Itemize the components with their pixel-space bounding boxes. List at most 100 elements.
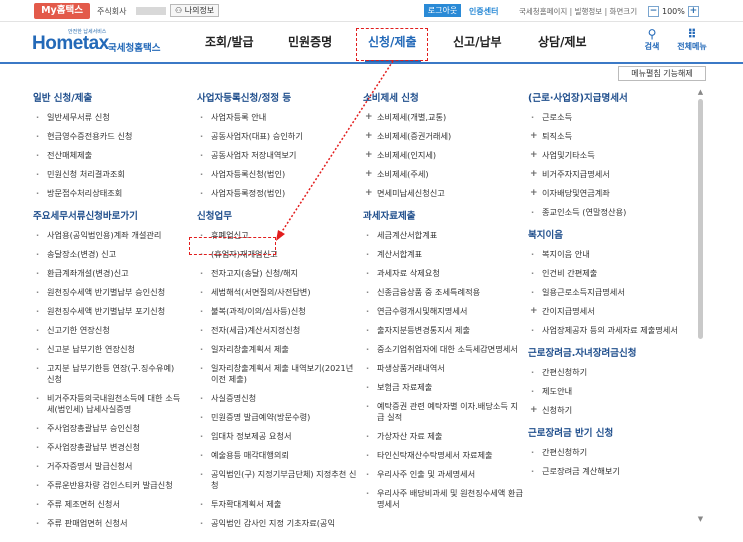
menu-item[interactable]: 주사업장총괄납부 변경신청 bbox=[33, 442, 183, 453]
nav-tax-payment[interactable]: 신고/납부 bbox=[453, 22, 502, 62]
menu-item[interactable]: 소비제세(인지세) bbox=[363, 150, 523, 161]
scrollbar-thumb[interactable] bbox=[698, 99, 703, 339]
zoom-out-button[interactable]: − bbox=[648, 5, 659, 17]
hometax-logo[interactable]: 안전한 납세서비스 Hometax 국세청홈택스 bbox=[32, 28, 162, 56]
menu-item[interactable]: 보험금 자료제출 bbox=[363, 382, 523, 393]
menu-item[interactable]: 신고분 납부기한 연장신청 bbox=[33, 344, 183, 355]
menu-item[interactable]: 우리사주 배당비과세 및 원천징수세액 환급명세서 bbox=[363, 488, 523, 510]
menu-item[interactable]: 현금영수증전용카드 신청 bbox=[33, 131, 183, 142]
menu-item[interactable]: 투자확대계획서 제출 bbox=[197, 499, 357, 510]
menu-item[interactable]: 임대차 정보제공 요청서 bbox=[197, 431, 357, 442]
zoom-in-button[interactable]: + bbox=[687, 5, 699, 17]
menu-item[interactable]: 세법해석(서면질의/사전답변) bbox=[197, 287, 357, 298]
zoom-level: 100% bbox=[662, 6, 685, 16]
menu-item[interactable]: 사업자등록정정(법인) bbox=[197, 188, 357, 199]
menu-item[interactable]: 비거주자지급명세서 bbox=[528, 169, 693, 180]
menu-item[interactable]: 예탁증권 관련 예탁자별 이자.배당소득 지급 실적 bbox=[363, 401, 523, 423]
menu-item[interactable]: 사업자등록신청(법인) bbox=[197, 169, 357, 180]
menu-item[interactable]: 중소기업취업자에 대한 소득세감면명세서 bbox=[363, 344, 523, 355]
menu-item[interactable]: 복지이음 안내 bbox=[528, 249, 693, 260]
menu-item[interactable]: 사업자등록 안내 bbox=[197, 112, 357, 123]
menu-item[interactable]: 출자지분등변경통지서 제출 bbox=[363, 325, 523, 336]
section-title-application-tasks: 신청업무 bbox=[197, 211, 232, 222]
highlight-nav-application bbox=[356, 28, 428, 61]
menu-item[interactable]: 전자(세금)계산서지정신청 bbox=[197, 325, 357, 336]
menu-item[interactable]: 주류 제조면허 신청서 bbox=[33, 499, 183, 510]
top-utility-bar: My홈택스 주식회사 ⚇ 나의정보 로그아웃 인증센터 국세청홈페이지 | 빌행… bbox=[0, 0, 743, 22]
menu-item[interactable]: 일자리창출계획서 제출 bbox=[197, 344, 357, 355]
menu-item[interactable]: 일용근로소득지급명세서 bbox=[528, 287, 693, 298]
menu-item[interactable]: 근로소득 bbox=[528, 112, 693, 123]
menu-item[interactable]: 사업장제공자 등의 과세자료 제출명세서 bbox=[528, 325, 693, 336]
section-title-consumption-tax: 소비제세 신청 bbox=[363, 93, 419, 104]
menu-item[interactable]: 소비제세(개별,교통) bbox=[363, 112, 523, 123]
menu-item[interactable]: 불복(과적/이의/심사등)신청 bbox=[197, 306, 357, 317]
menu-item[interactable]: 전자고지(송달) 신청/해지 bbox=[197, 268, 357, 279]
redacted-company-name bbox=[136, 7, 166, 15]
menu-item[interactable]: 사업및기타소득 bbox=[528, 150, 693, 161]
menu-item[interactable]: 세금계산서합계표 bbox=[363, 230, 523, 241]
menu-item[interactable]: 민원증명 발급예약(방문수령) bbox=[197, 412, 357, 423]
menu-item[interactable]: 파생상품거래내역서 bbox=[363, 363, 523, 374]
menu-item[interactable]: 간편신청하기 bbox=[528, 447, 693, 458]
menu-expand-toggle[interactable]: 메뉴펼침 기능해제 bbox=[618, 66, 706, 81]
logout-button[interactable]: 로그아웃 bbox=[424, 4, 461, 17]
menu-item[interactable]: 면세미납세신청신고 bbox=[363, 188, 523, 199]
menu-item[interactable]: 공익법인 감사인 지정 기초자료(공익 bbox=[197, 518, 357, 529]
search-button[interactable]: ⚲ 검색 bbox=[637, 27, 667, 52]
menu-item[interactable]: 환급계좌개설(변경)신고 bbox=[33, 268, 183, 279]
menu-item[interactable]: 가상자산 자료 제출 bbox=[363, 431, 523, 442]
menu-item[interactable]: 거주자증명서 발급신청서 bbox=[33, 461, 183, 472]
scroll-down-arrow[interactable]: ▼ bbox=[697, 515, 704, 523]
menu-item[interactable]: 예술용등 매각대행의뢰 bbox=[197, 450, 357, 461]
menu-item[interactable]: 신청하기 bbox=[528, 405, 693, 416]
menu-item[interactable]: 원천징수세액 반기별납부 승인신청 bbox=[33, 287, 183, 298]
menu-item[interactable]: 주류 판매업면허 신청서 bbox=[33, 518, 183, 529]
cert-center-link[interactable]: 인증센터 bbox=[469, 6, 498, 17]
menu-item[interactable]: 소비제세(주세) bbox=[363, 169, 523, 180]
menu-item[interactable]: 비거주자등의국내원천소득에 대한 소득세(법인세) 납세사실증명 bbox=[33, 393, 183, 415]
menu-item[interactable]: 근로장려금 계산해보기 bbox=[528, 466, 693, 477]
menu-item[interactable]: 공동사업자(대표) 승인하기 bbox=[197, 131, 357, 142]
menu-item[interactable]: 사업용(공익법인용)계좌 개설관리 bbox=[33, 230, 183, 241]
my-hometax-tab[interactable]: My홈택스 bbox=[34, 3, 90, 19]
menu-item[interactable]: 간편신청하기 bbox=[528, 367, 693, 378]
menu-item[interactable]: 과세자료 삭제요청 bbox=[363, 268, 523, 279]
column-payment-statements: (근로·사업장)지급명세서 근로소득 퇴직소득 사업및기타소득 비거주자지급명세… bbox=[528, 90, 693, 485]
menu-item[interactable]: 원천징수세액 반기별납부 포기신청 bbox=[33, 306, 183, 317]
menu-item[interactable]: 공동사업자 저장내역보기 bbox=[197, 150, 357, 161]
top-links[interactable]: 국세청홈페이지 | 빌행정보 | 화면크기 bbox=[519, 6, 637, 17]
menu-item[interactable]: 사실증명신청 bbox=[197, 393, 357, 404]
menu-item[interactable]: 공익법인(구) 지정기부금단체) 지정추천 신청 bbox=[197, 469, 357, 491]
section-title-earned-income-credit: 근로장려금.자녀장려금신청 bbox=[528, 348, 637, 359]
highlight-closure-report bbox=[189, 237, 276, 255]
menu-item[interactable]: 인건비 간편제출 bbox=[528, 268, 693, 279]
nav-certificates[interactable]: 민원증명 bbox=[288, 22, 332, 62]
nav-inquiry[interactable]: 조회/발급 bbox=[205, 22, 254, 62]
all-menu-button[interactable]: ⠿ 전체메뉴 bbox=[673, 27, 711, 52]
menu-item[interactable]: 신고기한 연장신청 bbox=[33, 325, 183, 336]
menu-item[interactable]: 전산매체제출 bbox=[33, 150, 183, 161]
nav-consultation[interactable]: 상담/제보 bbox=[538, 22, 587, 62]
menu-item[interactable]: 일반세무서류 신청 bbox=[33, 112, 183, 123]
menu-item[interactable]: 타인신탁재산수탁명세서 자료제출 bbox=[363, 450, 523, 461]
menu-item[interactable]: 종교인소득 (연말정산용) bbox=[528, 207, 693, 218]
menu-item[interactable]: 퇴직소득 bbox=[528, 131, 693, 142]
menu-item[interactable]: 계산서합계표 bbox=[363, 249, 523, 260]
my-info-button[interactable]: ⚇ 나의정보 bbox=[170, 4, 220, 17]
menu-item[interactable]: 신종금융상품 중 조세특례적용 bbox=[363, 287, 523, 298]
menu-item[interactable]: 민원신청 처리결과조회 bbox=[33, 169, 183, 180]
menu-item[interactable]: 송달장소(변경) 신고 bbox=[33, 249, 183, 260]
scroll-up-arrow[interactable]: ▲ bbox=[697, 88, 704, 96]
menu-item[interactable]: 이자배당및연금계좌 bbox=[528, 188, 693, 199]
menu-item[interactable]: 방문접수처리상태조회 bbox=[33, 188, 183, 199]
menu-item[interactable]: 연금수령개시및해지명세서 bbox=[363, 306, 523, 317]
menu-item[interactable]: 주사업장총괄납부 승인신청 bbox=[33, 423, 183, 434]
menu-item[interactable]: 일자리창출계획서 제출 내역보기(2021년 이전 제출) bbox=[197, 363, 357, 385]
menu-item[interactable]: 소비제세(증권거래세) bbox=[363, 131, 523, 142]
menu-item[interactable]: 우리사주 인출 및 과세명세서 bbox=[363, 469, 523, 480]
menu-item[interactable]: 고지분 납부기한등 연장(구.징수유예) 신청 bbox=[33, 363, 183, 385]
menu-item[interactable]: 주류운반용차량 검인스티커 발급신청 bbox=[33, 480, 183, 491]
menu-item[interactable]: 제도안내 bbox=[528, 386, 693, 397]
menu-item[interactable]: 간이지급명세서 bbox=[528, 306, 693, 317]
